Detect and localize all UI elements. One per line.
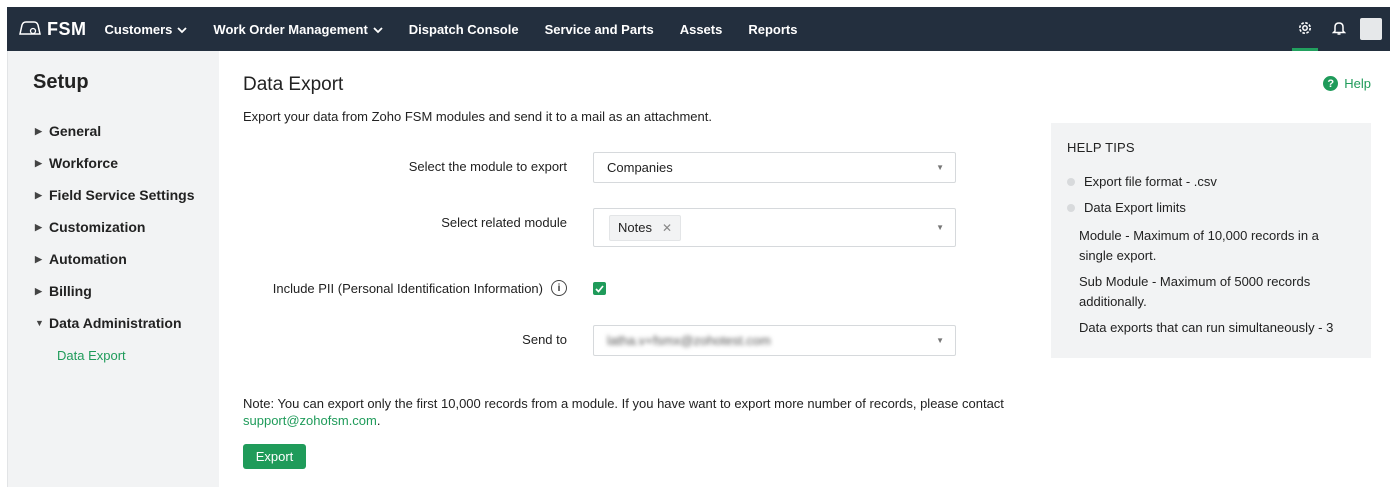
sidebar-item-label: Customization xyxy=(49,219,146,235)
caret-right-icon: ▶ xyxy=(35,125,42,136)
selected-tag: Notes ✕ xyxy=(609,214,682,241)
chevron-down-icon xyxy=(373,22,383,37)
top-navigation-bar: FSM Customers Work Order Management Disp… xyxy=(7,7,1390,51)
pii-label-row: Include PII (Personal Identification Inf… xyxy=(273,280,567,296)
tip-item: Data Export limits xyxy=(1067,200,1355,215)
nav-reports[interactable]: Reports xyxy=(748,22,797,37)
related-module-select[interactable]: Notes ✕ ▼ xyxy=(593,208,956,247)
sidebar-item-label: Automation xyxy=(49,251,127,267)
help-label: Help xyxy=(1344,76,1371,91)
sidebar-menu: ▶ General ▶ Workforce ▶ Field Service Setti… xyxy=(35,115,195,371)
send-to-label: Send to xyxy=(522,332,567,347)
check-icon xyxy=(595,281,604,296)
bullet-icon xyxy=(1067,203,1075,212)
caret-right-icon: ▶ xyxy=(35,221,42,232)
nav-dispatch-console[interactable]: Dispatch Console xyxy=(409,22,519,37)
fsm-logo-icon xyxy=(19,20,47,39)
export-note: Note: You can export only the first 10,0… xyxy=(243,395,1043,429)
dropdown-arrow-icon: ▼ xyxy=(936,336,944,345)
sidebar-item-general[interactable]: ▶ General xyxy=(35,115,195,147)
sidebar-item-billing[interactable]: ▶ Billing xyxy=(35,275,195,307)
caret-right-icon: ▶ xyxy=(35,157,42,168)
avatar[interactable] xyxy=(1360,18,1382,40)
page-title: Data Export xyxy=(243,74,344,95)
caret-right-icon: ▶ xyxy=(35,253,42,264)
sidebar-item-workforce[interactable]: ▶ Workforce xyxy=(35,147,195,179)
notifications-button[interactable] xyxy=(1322,7,1356,51)
pii-label: Include PII (Personal Identification Inf… xyxy=(272,280,543,296)
sidebar-title: Setup xyxy=(33,71,89,93)
tip-detail: Data exports that can run simultaneously… xyxy=(1079,320,1334,335)
caret-right-icon: ▶ xyxy=(35,285,42,296)
sidebar-item-label: General xyxy=(49,123,102,139)
help-tips-panel: HELP TIPS Export file format - .csv Data… xyxy=(1051,123,1371,358)
nav-label: Work Order Management xyxy=(213,21,368,37)
tip-text: Data Export limits xyxy=(1084,200,1186,215)
module-label: Select the module to export xyxy=(408,159,567,174)
info-icon[interactable]: i xyxy=(551,280,567,296)
sidebar-subitem-data-export[interactable]: Data Export xyxy=(35,339,195,371)
note-text: Note: You can export only the first 10,0… xyxy=(243,396,1004,411)
nav-customers[interactable]: Customers xyxy=(105,22,188,37)
help-link[interactable]: ? Help xyxy=(1323,76,1371,91)
module-select[interactable]: Companies ▼ xyxy=(593,152,956,183)
sidebar-item-label: Data Administration xyxy=(49,315,182,331)
sidebar-item-label: Billing xyxy=(49,283,92,299)
nav-work-order-management[interactable]: Work Order Management xyxy=(213,21,383,37)
remove-tag-icon[interactable]: ✕ xyxy=(662,221,672,235)
pii-checkbox[interactable] xyxy=(593,282,606,295)
chevron-down-icon xyxy=(177,22,188,37)
nav-label: Customers xyxy=(104,21,173,37)
tip-text: Export file format - .csv xyxy=(1084,174,1217,189)
dropdown-arrow-icon: ▼ xyxy=(936,163,944,172)
support-email-link[interactable]: support@zohofsm.com xyxy=(243,413,377,428)
related-module-label: Select related module xyxy=(441,215,567,230)
note-period: . xyxy=(376,413,381,428)
help-icon: ? xyxy=(1323,76,1339,91)
nav-service-and-parts[interactable]: Service and Parts xyxy=(545,22,654,37)
sidebar-item-label: Field Service Settings xyxy=(49,187,195,203)
bullet-icon xyxy=(1067,177,1075,186)
dropdown-arrow-icon: ▼ xyxy=(936,223,944,232)
gear-icon xyxy=(1297,20,1313,39)
nav-assets[interactable]: Assets xyxy=(680,22,723,37)
sidebar-item-label: Workforce xyxy=(49,155,118,171)
send-to-email: latha.v+fsmx@zohotest.com xyxy=(607,333,771,348)
tip-item: Export file format - .csv xyxy=(1067,174,1355,189)
brand-name: FSM xyxy=(47,18,87,39)
top-right-actions xyxy=(1288,7,1390,51)
brand[interactable]: FSM xyxy=(19,19,87,40)
tip-detail: Module - Maximum of 10,000 records in a … xyxy=(1079,228,1319,263)
sidebar-item-automation[interactable]: ▶ Automation xyxy=(35,243,195,275)
export-button[interactable]: Export xyxy=(243,444,306,469)
send-to-select[interactable]: latha.v+fsmx@zohotest.com ▼ xyxy=(593,325,956,356)
bell-icon xyxy=(1331,20,1347,39)
module-select-value: Companies xyxy=(607,160,673,175)
page-description: Export your data from Zoho FSM modules a… xyxy=(243,109,712,124)
sidebar-item-customization[interactable]: ▶ Customization xyxy=(35,211,195,243)
caret-down-icon: ▼ xyxy=(35,318,44,328)
settings-button[interactable] xyxy=(1288,7,1322,51)
help-tips-title: HELP TIPS xyxy=(1067,140,1135,155)
setup-sidebar: Setup ▶ General ▶ Workforce ▶ Field Service… xyxy=(7,51,219,487)
caret-right-icon: ▶ xyxy=(35,189,42,200)
tag-label: Notes xyxy=(618,220,652,235)
sidebar-item-data-administration[interactable]: ▼ Data Administration xyxy=(35,307,195,339)
main-content: Data Export ? Help Export your data from… xyxy=(219,51,1390,487)
tip-detail: Sub Module - Maximum of 5000 records add… xyxy=(1079,274,1311,309)
sidebar-item-field-service-settings[interactable]: ▶ Field Service Settings xyxy=(35,179,195,211)
